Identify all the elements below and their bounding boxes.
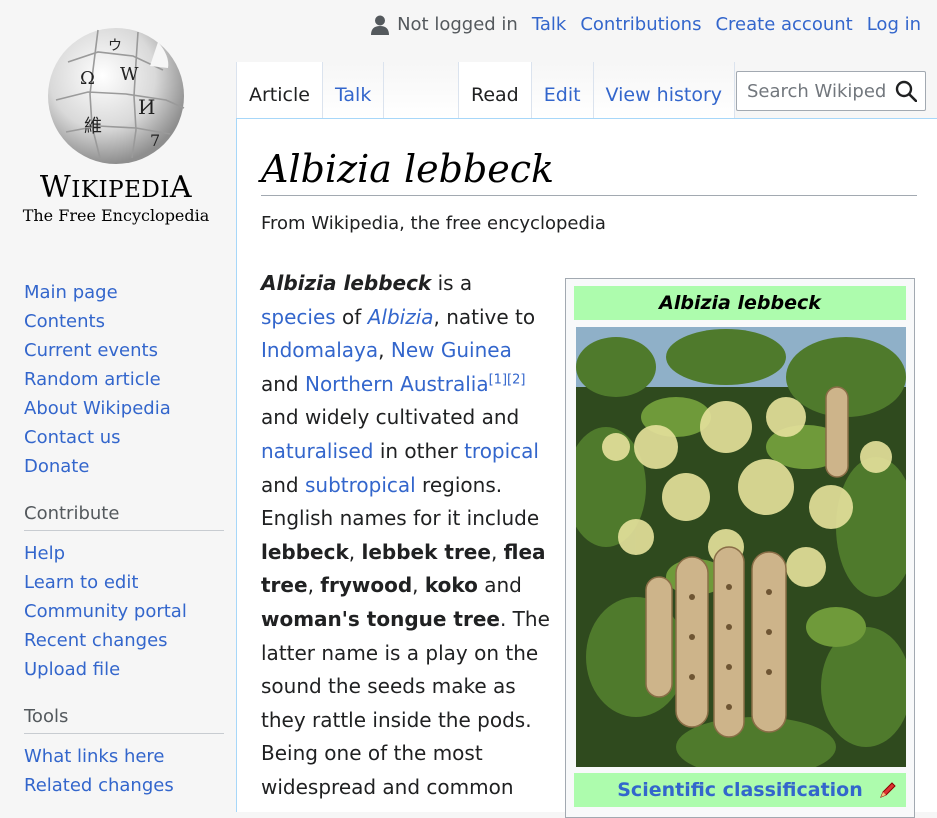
globe-glyph: 維 [84,116,102,137]
sidebar-item-contents[interactable]: Contents [24,307,224,336]
infobox-title: Albizia lebbeck [574,286,906,320]
globe-glyph: W [120,64,139,85]
link-subtropical[interactable]: subtropical [305,473,416,497]
contribute-heading: Contribute [24,503,224,531]
sidebar-item-donate[interactable]: Donate [24,452,224,481]
namespace-tabs: Article Talk [236,62,466,118]
text: of [335,304,368,329]
link-tropical[interactable]: tropical [464,439,539,463]
sidebar-item-about-wikipedia[interactable]: About Wikipedia [24,394,224,423]
reference-1[interactable]: [1] [489,372,507,387]
create-account-link[interactable]: Create account [715,14,852,35]
sidebar-item-learn-to-edit[interactable]: Learn to edit [24,568,224,597]
sidebar-item-main-page[interactable]: Main page [24,278,224,307]
sidebar: Main page Contents Current events Random… [24,278,224,800]
sidebar-item-random-article[interactable]: Random article [24,365,224,394]
user-icon [371,15,390,35]
page-title: Albizia lebbeck [261,147,917,196]
albizia-photo[interactable] [576,327,906,767]
sidebar-item-community-portal[interactable]: Community portal [24,597,224,626]
common-name: lebbek tree [361,539,491,564]
wikipedia-logo[interactable]: Ω W И 維 ウ 7 WIKIPEDIA The Free Encyclope… [0,0,236,240]
link-species[interactable]: species [261,305,336,329]
sidebar-item-upload-file[interactable]: Upload file [24,655,224,684]
text: , [412,573,425,598]
tools-menu: Tools What links here Related changes [24,706,224,800]
text: in other [373,438,465,463]
pencil-icon[interactable] [878,780,898,800]
content-area: Albizia lebbeck From Wikipedia, the free… [236,118,937,818]
text: and [261,472,305,497]
not-logged-in-status: Not logged in [397,14,518,35]
link-new-guinea[interactable]: New Guinea [391,338,512,362]
user-talk-link[interactable]: Talk [532,14,566,35]
search-icon[interactable] [895,80,917,102]
log-in-link[interactable]: Log in [867,14,921,35]
sidebar-item-contact-us[interactable]: Contact us [24,423,224,452]
sidebar-item-help[interactable]: Help [24,539,224,568]
link-northern-australia[interactable]: Northern Australia [305,372,489,396]
link-indomalaya[interactable]: Indomalaya [261,338,378,362]
text: . The latter name is a play on the sound… [261,606,550,799]
tab-read[interactable]: Read [458,62,532,118]
globe-glyph: И [138,95,155,119]
tools-heading: Tools [24,706,224,734]
text: , [378,338,391,363]
sidebar-item-current-events[interactable]: Current events [24,336,224,365]
tab-spacer [384,62,466,118]
scientific-classification-header[interactable]: Scientific classification [574,773,906,807]
sidebar-item-related-changes[interactable]: Related changes [24,771,224,800]
text: and [477,573,522,598]
search-input[interactable] [745,79,889,103]
common-name: woman's tongue tree [261,606,500,631]
globe-glyph: ウ [108,38,122,54]
link-albizia[interactable]: Albizia [368,305,434,329]
infobox: Albizia lebbeck Scientific classificatio… [565,278,915,818]
sidebar-item-recent-changes[interactable]: Recent changes [24,626,224,655]
common-name: lebbeck [261,539,349,564]
navigation-menu: Main page Contents Current events Random… [24,278,224,481]
text: , native to [433,304,536,329]
contribute-menu: Contribute Help Learn to edit Community … [24,503,224,684]
reference-2[interactable]: [2] [507,372,525,387]
search-box [736,71,926,111]
common-name: frywood [320,573,413,598]
logo-tagline: The Free Encyclopedia [22,206,210,225]
link-naturalised[interactable]: naturalised [261,439,373,463]
lead-paragraph: Albizia lebbeck is a species of Albizia,… [261,267,551,805]
view-tabs: Read Edit View history [458,62,736,118]
bold-title: Albizia lebbeck [261,271,432,295]
site-subtitle: From Wikipedia, the free encyclopedia [261,213,606,234]
text: and [261,371,305,396]
text: is a [431,271,473,295]
wordmark: WIKIPEDIA [39,170,193,205]
globe-glyph: 7 [150,131,160,150]
text: and widely cultivated and [261,405,520,430]
text: , [307,573,321,598]
tab-view-history[interactable]: View history [593,62,736,118]
tab-edit[interactable]: Edit [531,62,594,118]
globe-glyph: Ω [80,68,95,89]
tab-article[interactable]: Article [236,62,323,118]
text: , [348,539,362,564]
puzzle-globe-icon: Ω W И 維 ウ 7 [48,28,185,164]
contributions-link[interactable]: Contributions [580,14,701,35]
common-name: koko [424,573,478,598]
personal-tools: Not logged in Talk Contributions Create … [371,14,921,35]
tab-talk[interactable]: Talk [322,62,385,118]
classification-label[interactable]: Scientific classification [617,779,863,801]
sidebar-item-what-links-here[interactable]: What links here [24,742,224,771]
text: , [490,539,504,564]
